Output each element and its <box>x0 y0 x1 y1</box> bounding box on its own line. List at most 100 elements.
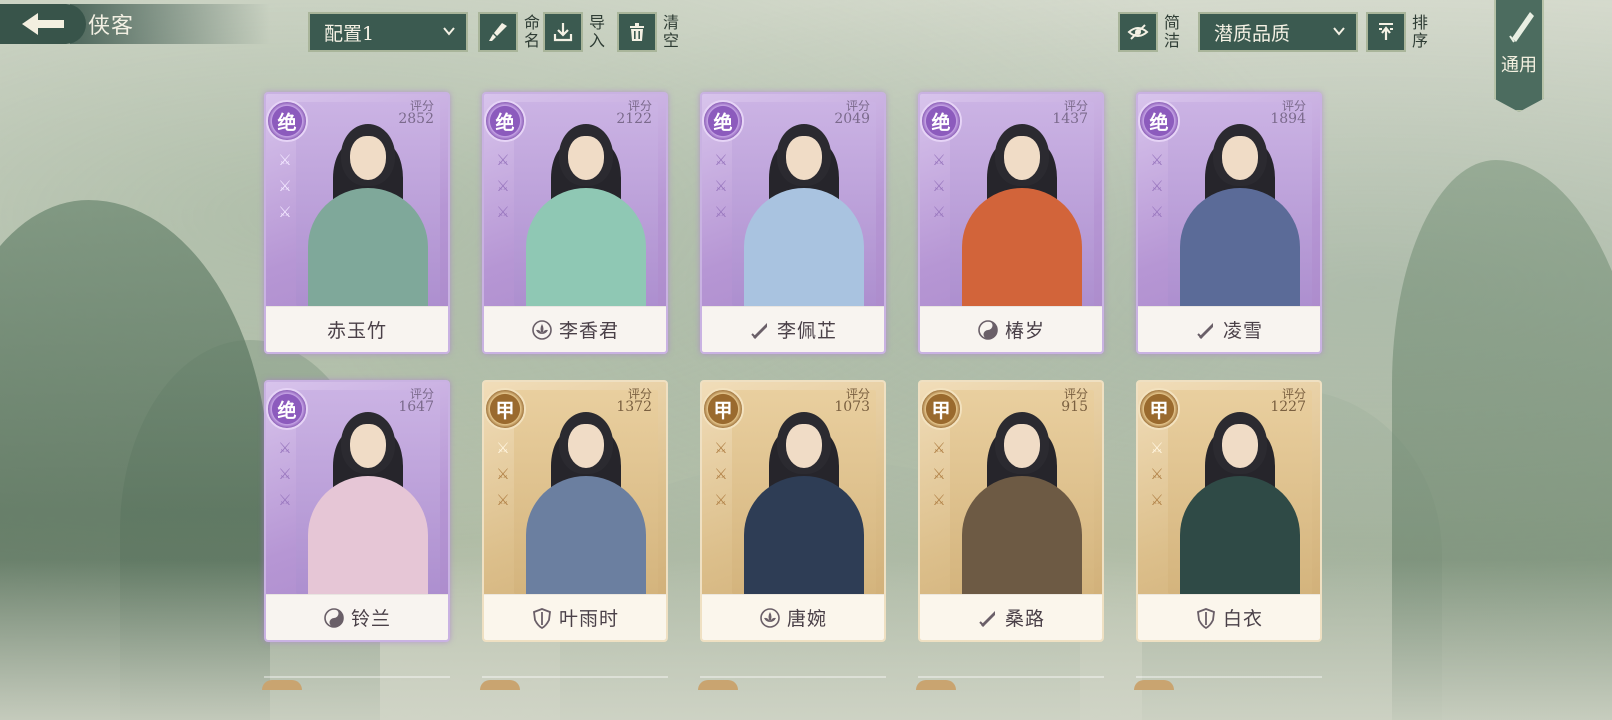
sort-select[interactable]: 潜质品质 <box>1198 12 1358 52</box>
grade-badge: 绝 <box>266 388 308 430</box>
clear-button[interactable]: 清空 <box>617 12 682 52</box>
grade-badge: 甲 <box>484 388 526 430</box>
hero-card[interactable]: 评分 1227 甲 ⚔ ⚔ ⚔ 白衣 <box>1136 380 1322 642</box>
star-rank-icon: ⚔ <box>714 439 728 457</box>
star-rank: ⚔ ⚔ ⚔ <box>276 150 298 222</box>
sort-select-value: 潜质品质 <box>1214 22 1291 45</box>
score-box: 评分 1647 <box>398 388 434 415</box>
lotus-icon <box>760 607 780 628</box>
portrait-face <box>1222 136 1258 180</box>
portrait-face <box>350 136 386 180</box>
star-rank-icon: ⚔ <box>278 151 292 169</box>
hero-name: 唐婉 <box>786 608 827 630</box>
hero-name: 椿岁 <box>1004 320 1045 342</box>
star-rank-icon: ⚔ <box>932 465 946 483</box>
star-rank-icon: ⚔ <box>278 203 292 221</box>
hero-card[interactable]: 评分 2122 绝 ⚔ ⚔ ⚔ 李香君 <box>482 92 668 354</box>
common-tab[interactable]: 通用 <box>1494 0 1544 112</box>
score-box: 评分 2122 <box>616 100 652 127</box>
score-box: 评分 1073 <box>834 388 870 415</box>
sort-order-label: 排序 <box>1411 13 1428 50</box>
portrait-robe <box>526 188 646 306</box>
portrait-face <box>350 424 386 468</box>
eye-hidden-icon <box>1127 24 1149 40</box>
star-rank-icon: ⚔ <box>1150 491 1164 509</box>
simple-view-button[interactable]: 简洁 <box>1118 12 1183 52</box>
simple-view-label: 简洁 <box>1163 13 1180 50</box>
config-select[interactable]: 配置1 <box>308 12 468 52</box>
star-rank-icon: ⚔ <box>496 203 510 221</box>
portrait-face <box>1222 424 1258 468</box>
star-rank-icon: ⚔ <box>932 491 946 509</box>
hero-portrait <box>950 102 1094 306</box>
hero-name-bar: 叶雨时 <box>484 594 666 640</box>
sort-order-button[interactable]: 排序 <box>1366 12 1431 52</box>
star-rank-icon: ⚔ <box>496 491 510 509</box>
star-rank: ⚔ ⚔ ⚔ <box>494 438 516 510</box>
star-rank-icon: ⚔ <box>1150 439 1164 457</box>
brush-icon <box>489 23 507 41</box>
portrait-robe <box>744 188 864 306</box>
grade-badge: 甲 <box>1138 388 1180 430</box>
portrait-face <box>786 136 822 180</box>
score-box: 评分 1894 <box>1270 100 1306 127</box>
common-tab-label: 通用 <box>1501 55 1537 76</box>
hero-card[interactable]: 评分 2049 绝 ⚔ ⚔ ⚔ 李佩芷 <box>700 92 886 354</box>
yinyang-icon <box>978 319 998 340</box>
hero-name: 李香君 <box>558 320 619 342</box>
hero-portrait <box>514 102 658 306</box>
hero-card[interactable]: 评分 1437 绝 ⚔ ⚔ ⚔ 椿岁 <box>918 92 1104 354</box>
hero-name-bar: 凌雪 <box>1138 306 1320 352</box>
portrait-face <box>568 136 604 180</box>
hero-card[interactable]: 评分 1073 甲 ⚔ ⚔ ⚔ 唐婉 <box>700 380 886 642</box>
star-rank-icon: ⚔ <box>714 203 728 221</box>
import-label: 导入 <box>588 13 605 50</box>
score-box: 评分 915 <box>1061 388 1088 415</box>
grade-badge: 甲 <box>920 388 962 430</box>
lotus-icon <box>532 319 552 340</box>
score-value: 1073 <box>834 399 870 415</box>
score-box: 评分 1437 <box>1052 100 1088 127</box>
star-rank-icon: ⚔ <box>278 439 292 457</box>
portrait-robe <box>962 476 1082 594</box>
portrait-face <box>786 424 822 468</box>
hero-name-bar: 李佩芷 <box>702 306 884 352</box>
star-rank: ⚔ ⚔ ⚔ <box>712 150 734 222</box>
partial-card <box>262 676 450 690</box>
hero-name: 凌雪 <box>1222 320 1263 342</box>
hero-card[interactable]: 评分 1372 甲 ⚔ ⚔ ⚔ 叶雨时 <box>482 380 668 642</box>
import-button[interactable]: 导入 <box>543 12 608 52</box>
score-value: 2049 <box>834 111 870 127</box>
chevron-down-icon <box>443 27 455 36</box>
partial-card <box>698 676 886 690</box>
hero-name-bar: 李香君 <box>484 306 666 352</box>
hero-name: 桑路 <box>1004 608 1045 630</box>
hero-name: 李佩芷 <box>776 320 837 342</box>
star-rank: ⚔ ⚔ ⚔ <box>712 438 734 510</box>
hero-card[interactable]: 评分 2852 绝 ⚔ ⚔ ⚔ 赤玉竹 <box>264 92 450 354</box>
rename-button[interactable]: 命名 <box>478 12 543 52</box>
portrait-robe <box>962 188 1082 306</box>
score-value: 2122 <box>616 111 652 127</box>
hero-card[interactable]: 评分 915 甲 ⚔ ⚔ ⚔ 桑路 <box>918 380 1104 642</box>
hero-name-bar: 白衣 <box>1138 594 1320 640</box>
score-value: 1894 <box>1270 111 1306 127</box>
chevron-down-icon <box>1333 27 1345 36</box>
star-rank-icon: ⚔ <box>932 151 946 169</box>
score-box: 评分 1227 <box>1270 388 1306 415</box>
hero-card[interactable]: 评分 1647 绝 ⚔ ⚔ ⚔ 铃兰 <box>264 380 450 642</box>
hero-card[interactable]: 评分 1894 绝 ⚔ ⚔ ⚔ 凌雪 <box>1136 92 1322 354</box>
star-rank-icon: ⚔ <box>714 151 728 169</box>
hero-name-bar: 唐婉 <box>702 594 884 640</box>
portrait-face <box>1004 424 1040 468</box>
grade-badge: 绝 <box>484 100 526 142</box>
hero-name: 赤玉竹 <box>326 320 387 342</box>
back-button[interactable] <box>0 4 86 44</box>
shield-icon <box>533 607 551 629</box>
config-select-value: 配置1 <box>324 22 375 45</box>
star-rank-icon: ⚔ <box>932 203 946 221</box>
clear-label: 清空 <box>662 13 679 50</box>
portrait-robe <box>526 476 646 594</box>
hero-portrait <box>514 390 658 594</box>
star-rank-icon: ⚔ <box>496 177 510 195</box>
